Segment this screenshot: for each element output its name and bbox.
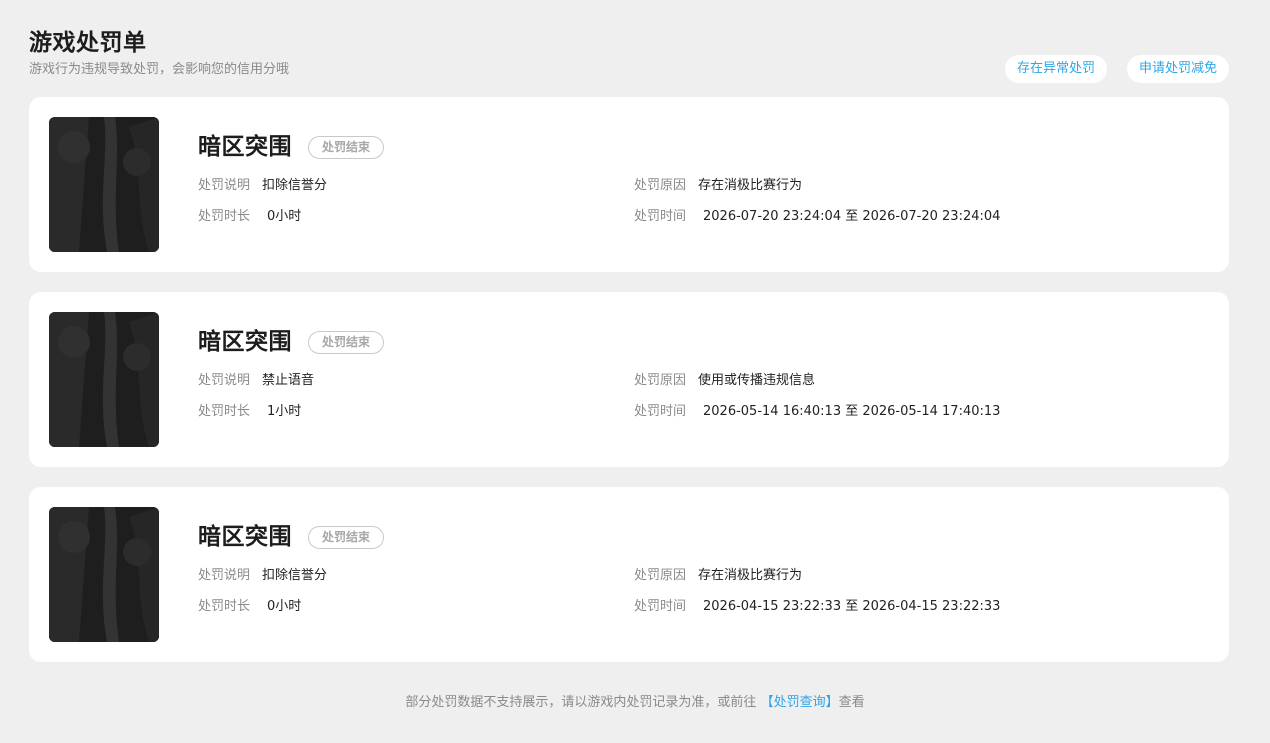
penalty-desc-value: 扣除信誉分 (262, 568, 328, 583)
penalty-duration-value: 1小时 (267, 404, 302, 419)
penalty-time-value: 2026-04-15 23:22:33 至 2026-04-15 23:22:3… (703, 599, 1001, 614)
footer-prefix: 部分处罚数据不支持展示，请以游戏内处罚记录为准，或前往 (405, 695, 757, 710)
penalty-desc-label: 处罚说明 (198, 178, 251, 193)
status-badge: 处罚结束 (308, 136, 385, 159)
penalty-reason-label: 处罚原因 (634, 178, 687, 193)
penalty-duration-label: 处罚时长 (198, 599, 251, 614)
penalty-card: 暗区突围 处罚结束 处罚说明 禁止语音 处罚时长 1小时 处罚原因 使用或传播违规信息… (29, 292, 1229, 467)
penalty-duration-field: 处罚时长 1小时 (198, 403, 301, 421)
penalty-query-link[interactable]: 【处罚查询】 (761, 695, 839, 710)
page-title: 游戏处罚单 (29, 30, 147, 56)
penalty-card: 暗区突围 处罚结束 处罚说明 扣除信誉分 处罚时长 0小时 处罚原因 存在消极比赛行为… (29, 97, 1229, 272)
game-title: 暗区突围 (198, 329, 292, 355)
penalty-reason-value: 存在消极比赛行为 (698, 178, 803, 193)
penalty-duration-field: 处罚时长 0小时 (198, 598, 301, 616)
page-header: 游戏处罚单 游戏行为违规导致处罚，会影响您的信用分哦 (29, 28, 289, 79)
penalty-time-label: 处罚时间 (634, 404, 687, 419)
penalty-reason-label: 处罚原因 (634, 373, 687, 388)
penalty-reason-field: 处罚原因 存在消极比赛行为 (634, 567, 802, 585)
penalty-desc-value: 扣除信誉分 (262, 178, 328, 193)
penalty-desc-field: 处罚说明 禁止语音 (198, 372, 314, 390)
penalty-reason-value: 存在消极比赛行为 (698, 568, 803, 583)
penalty-desc-field: 处罚说明 扣除信誉分 (198, 567, 327, 585)
abnormal-penalty-button[interactable]: 存在异常处罚 (1004, 55, 1107, 83)
penalty-reason-label: 处罚原因 (634, 568, 687, 583)
penalty-time-field: 处罚时间 2026-04-15 23:22:33 至 2026-04-15 23:… (634, 598, 1000, 616)
penalty-time-value: 2026-07-20 23:24:04 至 2026-07-20 23:24:0… (703, 209, 1001, 224)
game-title: 暗区突围 (198, 524, 292, 550)
penalty-desc-label: 处罚说明 (198, 568, 251, 583)
game-cover-image (49, 117, 159, 252)
penalty-duration-label: 处罚时长 (198, 404, 251, 419)
penalty-reason-field: 处罚原因 存在消极比赛行为 (634, 177, 802, 195)
footer-note: 部分处罚数据不支持展示，请以游戏内处罚记录为准，或前往 【处罚查询】查看 (0, 694, 1270, 712)
penalty-duration-value: 0小时 (267, 209, 302, 224)
status-badge: 处罚结束 (308, 331, 385, 354)
penalty-reason-value: 使用或传播违规信息 (698, 373, 816, 388)
game-title: 暗区突围 (198, 134, 292, 160)
footer-suffix: 查看 (838, 695, 865, 710)
penalty-desc-field: 处罚说明 扣除信誉分 (198, 177, 327, 195)
game-cover-art (49, 117, 159, 252)
penalty-page: 游戏处罚单 游戏行为违规导致处罚，会影响您的信用分哦 存在异常处罚 申请处罚减免… (0, 0, 1270, 743)
penalty-reason-field: 处罚原因 使用或传播违规信息 (634, 372, 815, 390)
penalty-time-label: 处罚时间 (634, 209, 687, 224)
penalty-duration-label: 处罚时长 (198, 209, 251, 224)
penalty-duration-field: 处罚时长 0小时 (198, 208, 301, 226)
game-cover-art (49, 507, 159, 642)
penalty-time-field: 处罚时间 2026-07-20 23:24:04 至 2026-07-20 23:… (634, 208, 1000, 226)
penalty-desc-label: 处罚说明 (198, 373, 251, 388)
game-cover-art (49, 312, 159, 447)
penalty-desc-value: 禁止语音 (262, 373, 315, 388)
penalty-time-label: 处罚时间 (634, 599, 687, 614)
game-cover-image (49, 507, 159, 642)
page-subtitle: 游戏行为违规导致处罚，会影响您的信用分哦 (29, 62, 290, 77)
penalty-time-value: 2026-05-14 16:40:13 至 2026-05-14 17:40:1… (703, 404, 1001, 419)
game-cover-image (49, 312, 159, 447)
apply-reduction-button[interactable]: 申请处罚减免 (1126, 55, 1229, 83)
penalty-duration-value: 0小时 (267, 599, 302, 614)
status-badge: 处罚结束 (308, 526, 385, 549)
penalty-time-field: 处罚时间 2026-05-14 16:40:13 至 2026-05-14 17:… (634, 403, 1000, 421)
penalty-card: 暗区突围 处罚结束 处罚说明 扣除信誉分 处罚时长 0小时 处罚原因 存在消极比赛行为… (29, 487, 1229, 662)
header-actions: 存在异常处罚 申请处罚减免 (1004, 55, 1229, 83)
